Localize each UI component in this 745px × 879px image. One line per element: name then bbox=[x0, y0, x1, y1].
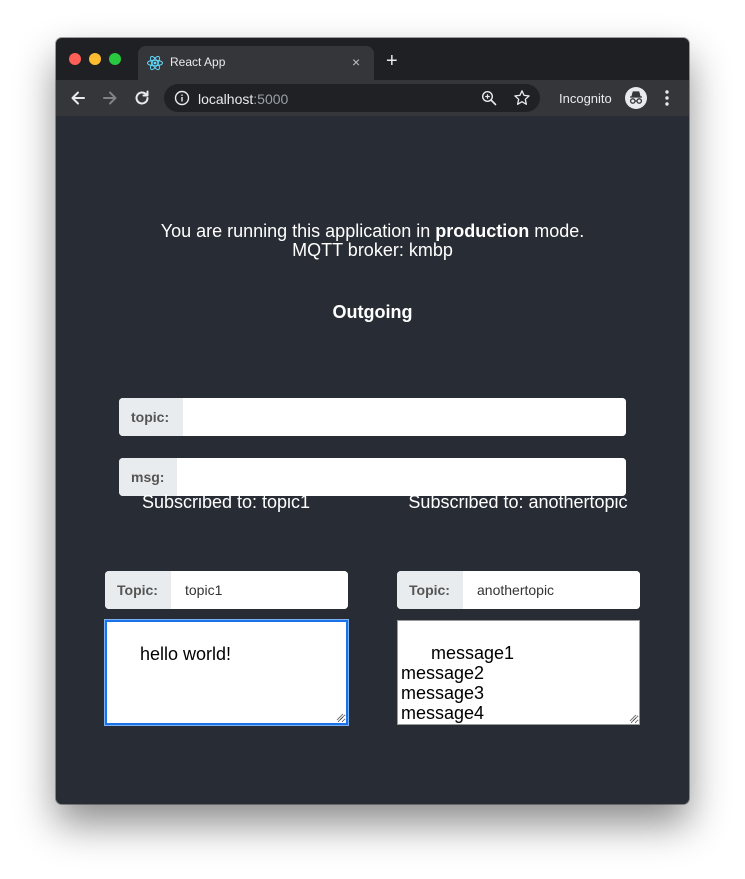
minimize-window-button[interactable] bbox=[89, 53, 101, 65]
reload-icon[interactable] bbox=[132, 88, 152, 108]
resize-grip-icon[interactable] bbox=[629, 714, 637, 722]
incognito-icon[interactable] bbox=[624, 86, 648, 110]
resize-grip-icon[interactable] bbox=[336, 713, 344, 721]
subscription-topic-group-2: Topic: bbox=[397, 571, 640, 609]
outgoing-heading: Outgoing bbox=[332, 302, 413, 322]
tab-title: React App bbox=[170, 55, 226, 69]
mode-suffix: mode. bbox=[529, 221, 585, 241]
browser-toolbar: localhost:5000 Incognito bbox=[56, 80, 689, 116]
messages-text-2: message1 message2 message3 message4 mess… bbox=[401, 643, 515, 724]
outgoing-topic-label: topic: bbox=[119, 398, 183, 436]
react-logo-icon bbox=[147, 55, 163, 71]
mode-prefix: You are running this application in bbox=[160, 221, 436, 241]
url-host: localhost bbox=[198, 91, 254, 107]
incognito-label: Incognito bbox=[559, 91, 612, 106]
info-icon[interactable] bbox=[174, 90, 190, 106]
browser-window: React App × + localhost:5000 Incognito Y… bbox=[56, 38, 689, 804]
subscription-heading-1: Subscribed to: topic1 bbox=[141, 492, 311, 512]
address-bar[interactable]: localhost:5000 bbox=[164, 84, 540, 112]
subscription-topic-label-2: Topic: bbox=[397, 571, 463, 609]
close-window-button[interactable] bbox=[69, 53, 81, 65]
mode-message: You are running this application in prod… bbox=[56, 221, 689, 241]
more-menu-icon[interactable] bbox=[662, 88, 672, 108]
tab-close-icon[interactable]: × bbox=[352, 54, 360, 70]
subscription-topic-input-1[interactable] bbox=[171, 571, 348, 609]
back-arrow-icon[interactable] bbox=[68, 88, 88, 108]
outgoing-topic-input[interactable] bbox=[183, 398, 626, 436]
url-port: :5000 bbox=[253, 91, 289, 107]
url-text[interactable]: localhost:5000 bbox=[198, 91, 288, 107]
subscription-topic-label-1: Topic: bbox=[105, 571, 171, 609]
subscription-topic-input-2[interactable] bbox=[463, 571, 640, 609]
subscription-messages-2[interactable]: message1 message2 message3 message4 mess… bbox=[397, 620, 640, 725]
zoom-icon[interactable] bbox=[481, 90, 497, 106]
broker-info: MQTT broker: kmbp bbox=[292, 240, 453, 260]
mode-value: production bbox=[435, 221, 530, 241]
outgoing-topic-group: topic: bbox=[119, 398, 626, 436]
maximize-window-button[interactable] bbox=[109, 53, 121, 65]
outgoing-msg-label: msg: bbox=[119, 458, 177, 496]
forward-arrow-icon[interactable] bbox=[100, 88, 120, 108]
subscription-topic-group-1: Topic: bbox=[105, 571, 348, 609]
new-tab-button[interactable]: + bbox=[386, 51, 398, 71]
messages-text-1: hello world! bbox=[140, 644, 232, 664]
browser-tab[interactable]: React App × bbox=[138, 46, 374, 80]
page-content: You are running this application in prod… bbox=[56, 116, 689, 804]
bookmark-star-icon[interactable] bbox=[513, 89, 531, 107]
subscription-messages-1[interactable]: hello world! bbox=[105, 620, 348, 725]
outgoing-msg-group: msg: bbox=[119, 458, 626, 496]
title-bar: React App × + bbox=[56, 38, 689, 80]
outgoing-msg-input[interactable] bbox=[177, 458, 626, 496]
subscription-heading-2: Subscribed to: anothertopic bbox=[408, 492, 628, 512]
